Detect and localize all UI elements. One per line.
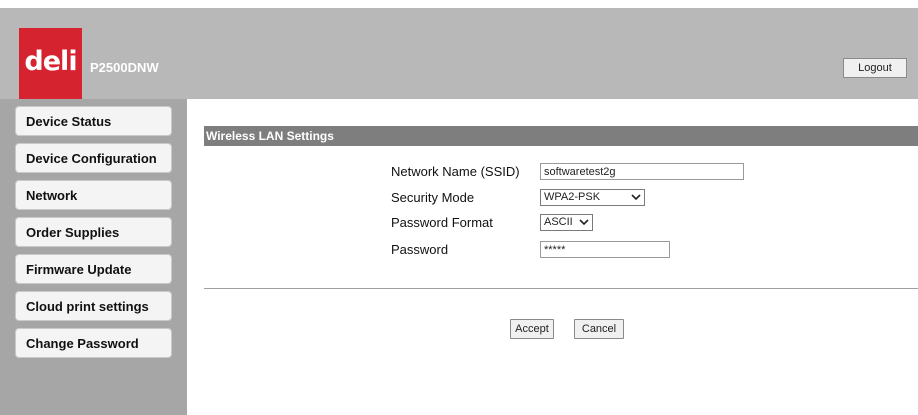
ssid-label: Network Name (SSID) xyxy=(391,164,520,179)
chevron-down-icon xyxy=(579,215,589,232)
brand-logo: deli xyxy=(19,28,82,99)
security-mode-label: Security Mode xyxy=(391,190,475,205)
header-bar: Logout xyxy=(0,8,918,99)
logout-button[interactable]: Logout xyxy=(843,58,907,78)
security-mode-value: WPA2-PSK xyxy=(544,191,601,203)
main-content: Wireless LAN Settings Network Name (SSID… xyxy=(187,99,918,415)
cancel-button[interactable]: Cancel xyxy=(574,319,624,339)
section-title: Wireless LAN Settings xyxy=(206,129,334,143)
sidebar-item-change-password[interactable]: Change Password xyxy=(15,328,172,358)
sidebar-item-device-configuration[interactable]: Device Configuration xyxy=(15,143,172,173)
accept-button[interactable]: Accept xyxy=(510,319,554,339)
security-mode-select[interactable]: WPA2-PSK xyxy=(540,189,645,206)
logo-text: deli xyxy=(24,46,77,77)
chevron-down-icon xyxy=(631,190,641,207)
password-input[interactable] xyxy=(540,241,670,258)
sidebar-item-device-status[interactable]: Device Status xyxy=(15,106,172,136)
sidebar-item-firmware-update[interactable]: Firmware Update xyxy=(15,254,172,284)
divider xyxy=(204,288,918,289)
sidebar-item-network[interactable]: Network xyxy=(15,180,172,210)
top-strip xyxy=(0,0,918,8)
password-format-label: Password Format xyxy=(391,215,493,230)
printer-model: P2500DNW xyxy=(90,60,159,75)
password-format-value: ASCII xyxy=(544,216,573,228)
ssid-input[interactable] xyxy=(540,163,744,180)
section-header: Wireless LAN Settings xyxy=(204,126,918,146)
password-label: Password xyxy=(391,242,449,257)
sidebar: Device Status Device Configuration Netwo… xyxy=(0,99,187,415)
password-format-select[interactable]: ASCII xyxy=(540,214,593,231)
sidebar-item-order-supplies[interactable]: Order Supplies xyxy=(15,217,172,247)
sidebar-item-cloud-print-settings[interactable]: Cloud print settings xyxy=(15,291,172,321)
